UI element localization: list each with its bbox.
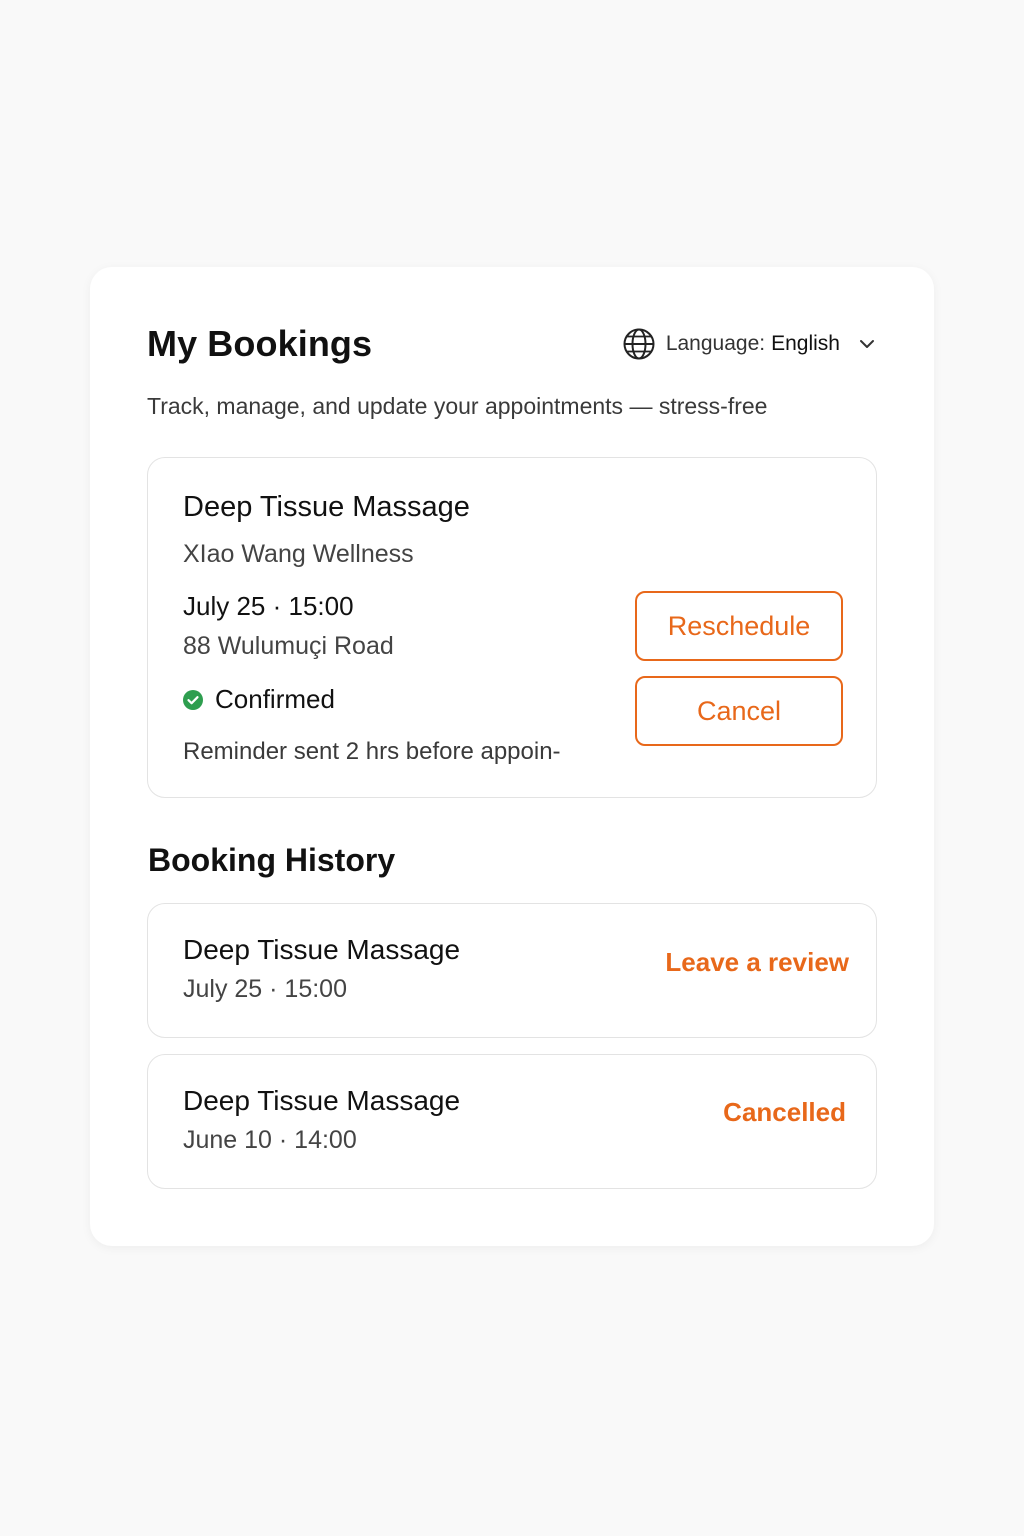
booking-datetime: July 25 · 15:00 (183, 591, 354, 621)
bookings-panel: My Bookings Language: English Track, man… (90, 267, 934, 1246)
cancelled-status: Cancelled (723, 1097, 846, 1127)
history-service-name: Deep Tissue Massage (183, 934, 461, 965)
history-datetime: July 25 · 15:00 (183, 975, 347, 1003)
history-item: Deep Tissue Massage July 25 · 15:00 Leav… (147, 903, 877, 1038)
status-badge: Confirmed (183, 684, 335, 715)
language-value: English (771, 332, 840, 355)
check-circle-icon (183, 689, 203, 710)
provider-name: XIao Wang Wellness (183, 540, 414, 568)
leave-review-link[interactable]: Leave a review (665, 947, 849, 978)
history-service-name: Deep Tissue Massage (183, 1085, 461, 1116)
header: My Bookings Language: English (147, 323, 876, 367)
booking-address: 88 Wulumuçi Road (183, 632, 394, 660)
chevron-down-icon (860, 340, 874, 348)
history-item: Deep Tissue Massage June 10 · 14:00 Canc… (147, 1054, 877, 1189)
active-booking-card: Deep Tissue Massage XIao Wang Wellness J… (147, 457, 877, 798)
language-label: Language: (665, 332, 766, 355)
reschedule-button[interactable]: Reschedule (635, 591, 843, 661)
status-label: Confirmed (215, 684, 335, 714)
page-subtitle: Track, manage, and update your appointme… (147, 393, 768, 419)
language-selector[interactable]: Language: English (622, 327, 876, 361)
reminder-note: Reminder sent 2 hrs before appoin- (183, 738, 561, 765)
cancel-button[interactable]: Cancel (635, 676, 843, 746)
globe-icon (623, 328, 655, 360)
service-name: Deep Tissue Massage (183, 491, 470, 523)
page-title: My Bookings (147, 323, 373, 364)
history-datetime: June 10 · 14:00 (183, 1126, 357, 1154)
booking-history-title: Booking History (148, 842, 396, 878)
